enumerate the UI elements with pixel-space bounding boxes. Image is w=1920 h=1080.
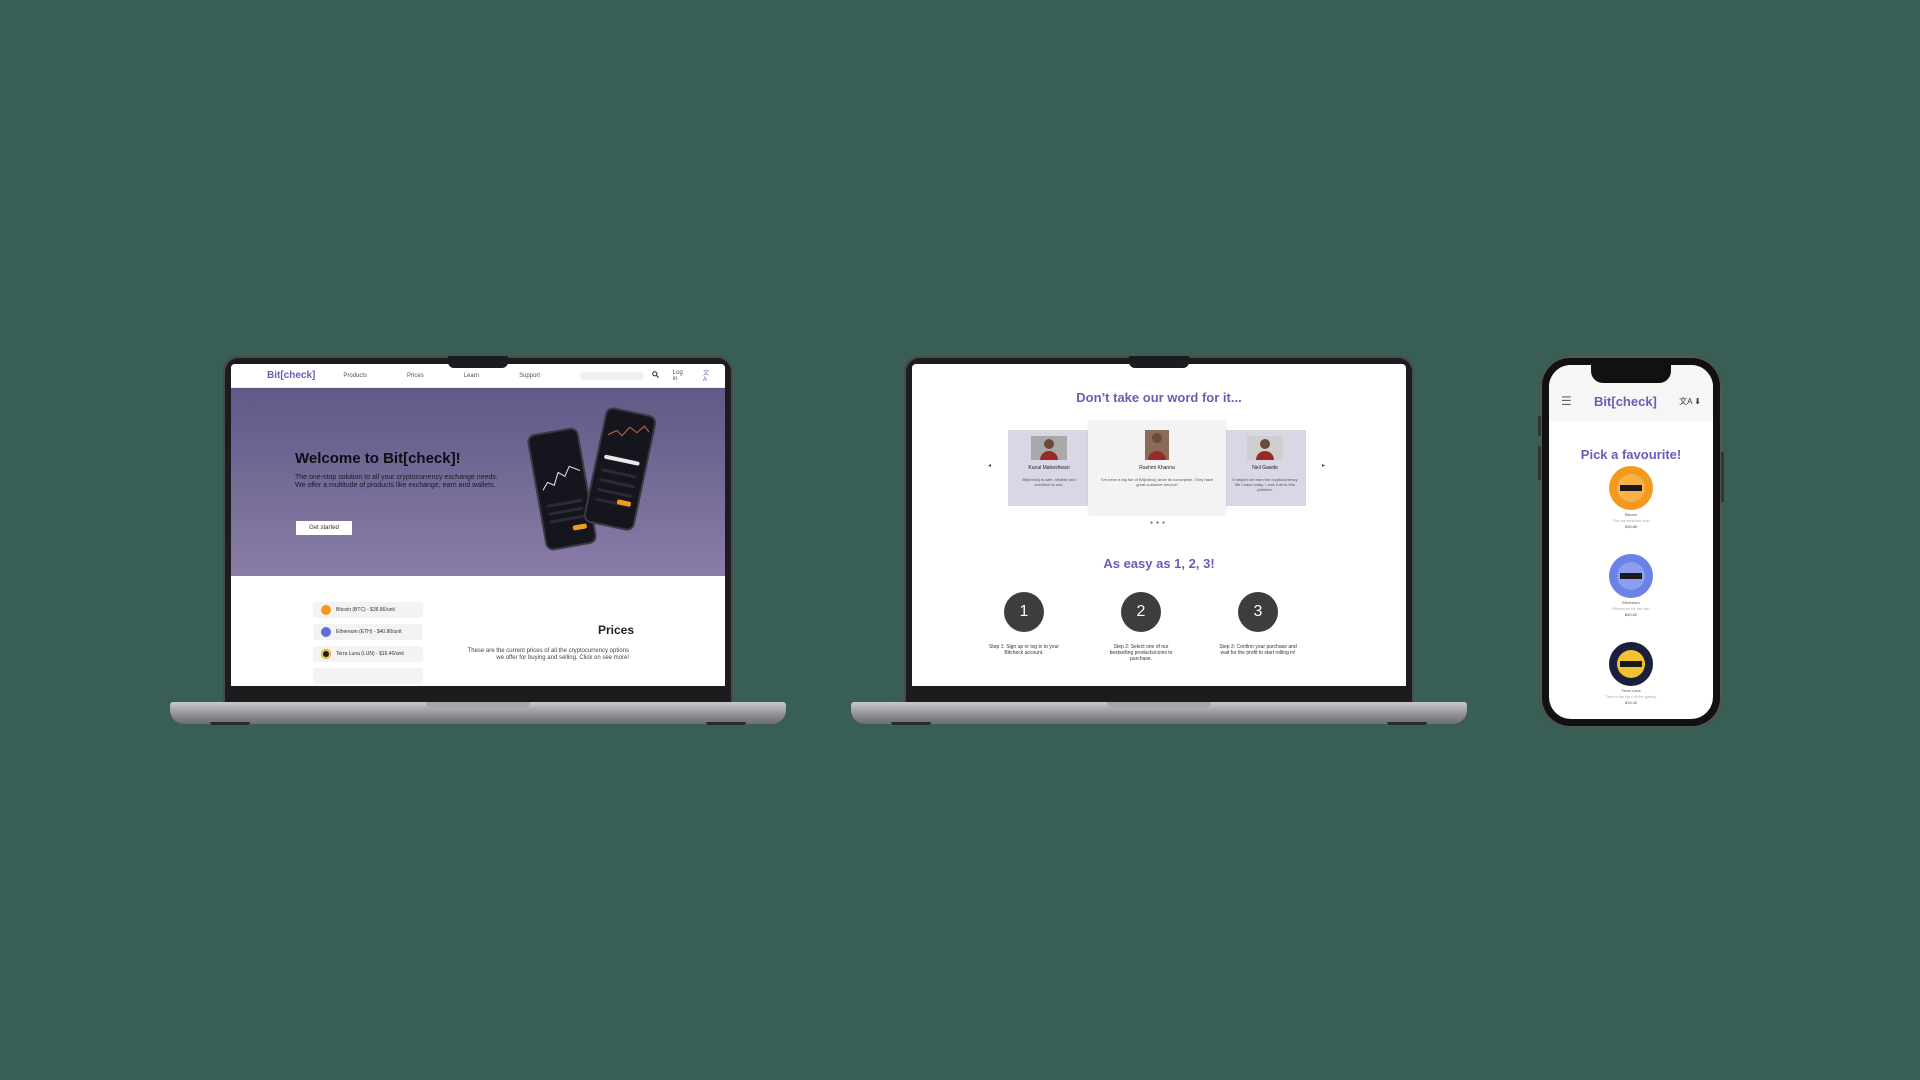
- search-input[interactable]: [580, 371, 644, 380]
- step-number: 1: [1004, 592, 1044, 632]
- step-text: Step 2: Select one of our bestselling pr…: [1109, 644, 1173, 662]
- hero-section: Welcome to Bit[check]! The one-stop solu…: [231, 388, 725, 576]
- coin-price: $16.40: [1624, 700, 1638, 705]
- phone-mockup: ☰ Bit[check] 文A ⬇ Pick a favourite! Bitc…: [1538, 356, 1724, 728]
- terra-luna-icon[interactable]: [1609, 642, 1653, 686]
- price-row-bitcoin[interactable]: Bitcoin (BTC) - $36.86/unit: [313, 602, 423, 618]
- language-icon[interactable]: 文A: [703, 368, 713, 383]
- brand-logo[interactable]: Bit[check]: [267, 370, 315, 381]
- pick-title: Pick a favourite!: [1580, 447, 1682, 462]
- coin-price: $40.80: [1624, 612, 1638, 617]
- testimonials-title: Don’t take our word for it...: [1076, 390, 1242, 405]
- prices-section: Bitcoin (BTC) - $36.86/unit Ethereum (ET…: [231, 576, 725, 686]
- brand-logo[interactable]: Bit[check]: [1572, 394, 1679, 409]
- laptop-base: [851, 702, 1467, 724]
- language-icon[interactable]: 文A ⬇: [1679, 396, 1701, 407]
- step-1: 1 Step 1: Sign up or log in to your Bitc…: [984, 592, 1064, 656]
- search-icon[interactable]: [651, 371, 659, 380]
- mobile-screen: ☰ Bit[check] 文A ⬇ Pick a favourite! Bitc…: [1549, 365, 1713, 719]
- coin-caption: Bitcoin The cornerstone coin $36.86: [1549, 512, 1713, 530]
- camera-notch: [448, 356, 508, 368]
- step-text: Step 3: Confirm your purchase and wait f…: [1219, 644, 1297, 656]
- ethereum-icon: [321, 627, 331, 637]
- get-started-button[interactable]: Get started: [296, 521, 352, 535]
- testimonial-name: Kunal Maheshwari: [1028, 465, 1070, 471]
- laptop-base: [170, 702, 786, 724]
- bitcoin-icon: [321, 605, 331, 615]
- hero-title: Welcome to Bit[check]!: [295, 450, 461, 467]
- testimonial-card-active: Rashmi Khanna I’ve been a big fan of Bit…: [1088, 420, 1226, 514]
- carousel-prev-arrow[interactable]: ◂: [988, 462, 991, 469]
- phone-illustration: [582, 405, 658, 533]
- carousel-dots[interactable]: ●●●: [912, 520, 1406, 526]
- testimonial-name: Neil Gawde: [1252, 465, 1278, 471]
- laptop-lid: Bit[check] Products Prices Learn Support…: [223, 356, 733, 706]
- menu-icon[interactable]: ☰: [1561, 394, 1572, 408]
- prices-title: Prices: [598, 623, 635, 637]
- testimonial-quote: Bit[check] is safe, reliable and excelle…: [1022, 477, 1076, 487]
- avatar: [1145, 430, 1169, 460]
- step-3: 3 Step 3: Confirm your purchase and wait…: [1218, 592, 1298, 656]
- price-label: Terra Luna (LUN) - $16.40/unit: [336, 651, 404, 657]
- home-screen: Bit[check] Products Prices Learn Support…: [231, 364, 725, 686]
- step-number: 2: [1121, 592, 1161, 632]
- nav-prices[interactable]: Prices: [407, 373, 424, 379]
- step-number: 3: [1238, 592, 1278, 632]
- price-label: Bitcoin (BTC) - $36.86/unit: [336, 607, 395, 613]
- step-text: Step 1: Sign up or log in to your Bitche…: [988, 644, 1060, 656]
- nav-products[interactable]: Products: [343, 373, 367, 379]
- terra-luna-icon: [321, 649, 331, 659]
- coin-price: $36.86: [1624, 524, 1638, 529]
- testimonial-name: Rashmi Khanna: [1139, 465, 1175, 471]
- hero-text: The one-stop solution to all your crypto…: [295, 474, 498, 489]
- camera-notch: [1129, 356, 1189, 368]
- testimonial-quote: It helped me earn the cryptocurrency lif…: [1232, 477, 1298, 492]
- testimonial-card: Kunal Maheshwari Bit[check] is safe, rel…: [1008, 430, 1090, 506]
- price-row-ethereum[interactable]: Ethereum (ETH) - $40.80/unit: [313, 624, 423, 640]
- phone-illustration: [526, 426, 598, 552]
- price-row-partial: [313, 668, 423, 684]
- bitcoin-icon[interactable]: [1609, 466, 1653, 510]
- avatar: [1247, 436, 1283, 460]
- testimonials-screen: Don’t take our word for it... ◂ Kunal Ma…: [912, 364, 1406, 686]
- testimonial-quote: I’ve been a big fan of Bit[check] since …: [1100, 477, 1214, 487]
- ethereum-icon[interactable]: [1609, 554, 1653, 598]
- steps-title: As easy as 1, 2, 3!: [1103, 556, 1215, 571]
- login-link[interactable]: Log in: [673, 370, 689, 382]
- prices-description: These are the current prices of all the …: [467, 648, 629, 661]
- laptop-lid: Don’t take our word for it... ◂ Kunal Ma…: [904, 356, 1414, 706]
- coin-caption: Terra Luna Terra's the light of the gala…: [1549, 688, 1713, 706]
- step-2: 2 Step 2: Select one of our bestselling …: [1101, 592, 1181, 662]
- nav-support[interactable]: Support: [519, 373, 540, 379]
- testimonial-card: Neil Gawde It helped me earn the cryptoc…: [1224, 430, 1306, 506]
- laptop-testimonials-mockup: Don’t take our word for it... ◂ Kunal Ma…: [851, 356, 1467, 728]
- price-label: Ethereum (ETH) - $40.80/unit: [336, 629, 402, 635]
- laptop-home-mockup: Bit[check] Products Prices Learn Support…: [170, 356, 786, 728]
- camera-notch: [1591, 365, 1671, 383]
- carousel-next-arrow[interactable]: ▸: [1322, 462, 1325, 469]
- nav-learn[interactable]: Learn: [464, 373, 479, 379]
- coin-caption: Ethereum Ethereum for the win $40.80: [1549, 600, 1713, 618]
- avatar: [1031, 436, 1067, 460]
- price-row-terra-luna[interactable]: Terra Luna (LUN) - $16.40/unit: [313, 646, 423, 662]
